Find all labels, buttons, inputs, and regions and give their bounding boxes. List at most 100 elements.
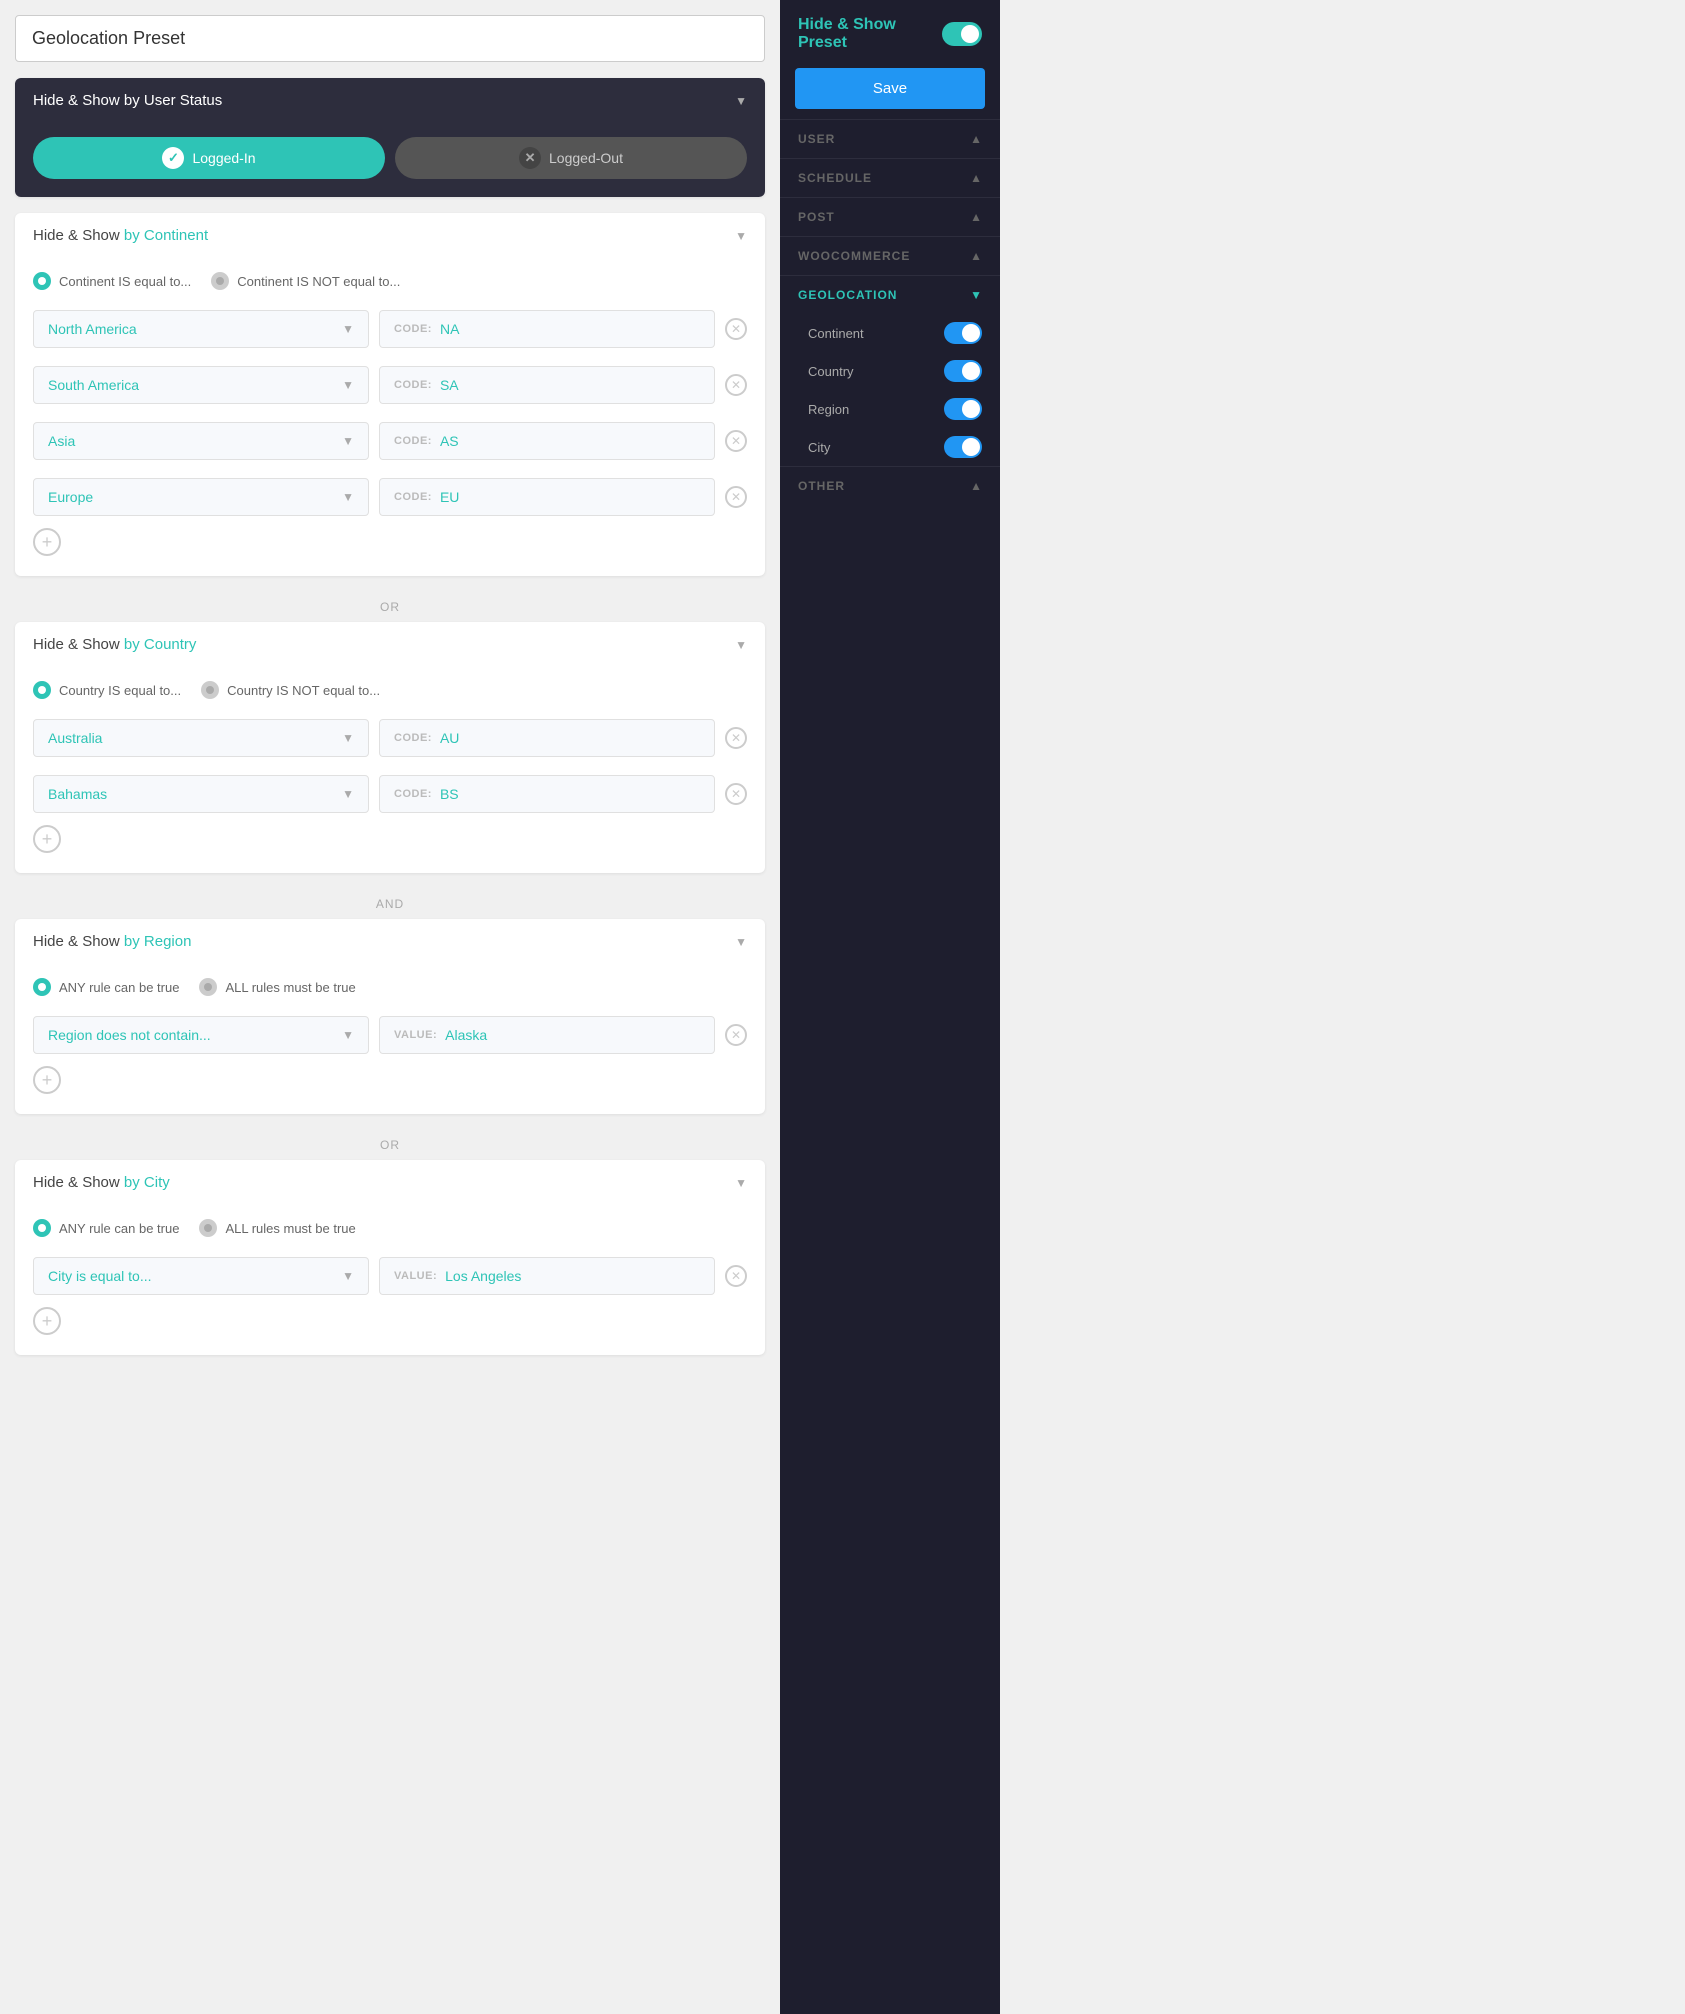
city-radio-all[interactable]: ALL rules must be true	[199, 1219, 355, 1237]
region-title: Hide & Show by Region	[33, 933, 191, 950]
region-radio-row: ANY rule can be true ALL rules must be t…	[15, 964, 765, 1010]
continent-dropdown-2[interactable]: Asia ▼	[33, 422, 369, 460]
chevron-up-icon: ▲	[970, 479, 982, 493]
remove-country-0[interactable]: ✕	[725, 727, 747, 749]
logged-in-button[interactable]: ✓ Logged-In	[33, 137, 385, 179]
region-body: ANY rule can be true ALL rules must be t…	[15, 964, 765, 1114]
remove-city-0[interactable]: ✕	[725, 1265, 747, 1287]
remove-continent-1[interactable]: ✕	[725, 374, 747, 396]
continent-body: Continent IS equal to... Continent IS NO…	[15, 258, 765, 576]
sidebar-section-geolocation-header[interactable]: GEOLOCATION ▼	[780, 276, 1000, 314]
city-item-label: City	[808, 440, 830, 455]
continent-chevron[interactable]: ▼	[735, 229, 747, 243]
user-status-section: Hide & Show by User Status ▼ ✓ Logged-In…	[15, 78, 765, 197]
remove-continent-2[interactable]: ✕	[725, 430, 747, 452]
add-city-button[interactable]: +	[33, 1307, 61, 1335]
sidebar: Hide & Show Preset Save USER ▲ SCHEDULE …	[780, 0, 1000, 2014]
remove-country-1[interactable]: ✕	[725, 783, 747, 805]
preset-toggle[interactable]	[942, 22, 982, 46]
country-radio-not[interactable]: Country IS NOT equal to...	[201, 681, 380, 699]
logged-out-button[interactable]: ✕ Logged-Out	[395, 137, 747, 179]
add-region-button[interactable]: +	[33, 1066, 61, 1094]
city-radio-any[interactable]: ANY rule can be true	[33, 1219, 179, 1237]
city-chevron[interactable]: ▼	[735, 1176, 747, 1190]
region-item-label: Region	[808, 402, 849, 417]
sidebar-item-continent: Continent	[780, 314, 1000, 352]
dropdown-arrow-icon: ▼	[342, 787, 354, 801]
continent-dropdown-1[interactable]: South America ▼	[33, 366, 369, 404]
city-body: ANY rule can be true ALL rules must be t…	[15, 1205, 765, 1355]
check-icon: ✓	[162, 147, 184, 169]
radio-dot-inactive	[201, 681, 219, 699]
dropdown-arrow-icon: ▼	[342, 490, 354, 504]
sidebar-section-woocommerce-label: WOOCOMMERCE	[798, 249, 910, 263]
remove-continent-3[interactable]: ✕	[725, 486, 747, 508]
sidebar-section-post-header[interactable]: POST ▲	[780, 198, 1000, 236]
region-chevron[interactable]: ▼	[735, 935, 747, 949]
add-country-button[interactable]: +	[33, 825, 61, 853]
remove-region-0[interactable]: ✕	[725, 1024, 747, 1046]
dropdown-arrow-icon: ▼	[342, 1028, 354, 1042]
save-button[interactable]: Save	[795, 68, 985, 109]
radio-dot-active	[33, 272, 51, 290]
sidebar-item-country: Country	[780, 352, 1000, 390]
radio-dot-active	[33, 1219, 51, 1237]
city-header: Hide & Show by City ▼	[15, 1160, 765, 1205]
country-item-label: Country	[808, 364, 854, 379]
region-toggle[interactable]	[944, 398, 982, 420]
sidebar-section-schedule-label: SCHEDULE	[798, 171, 872, 185]
region-radio-all[interactable]: ALL rules must be true	[199, 978, 355, 996]
continent-radio-row: Continent IS equal to... Continent IS NO…	[15, 258, 765, 304]
sidebar-item-region: Region	[780, 390, 1000, 428]
sidebar-section-user-header[interactable]: USER ▲	[780, 120, 1000, 158]
country-toggle[interactable]	[944, 360, 982, 382]
sidebar-section-user: USER ▲	[780, 119, 1000, 158]
region-radio-any[interactable]: ANY rule can be true	[33, 978, 179, 996]
city-radio-row: ANY rule can be true ALL rules must be t…	[15, 1205, 765, 1251]
chevron-down-icon: ▼	[970, 288, 982, 302]
country-chevron[interactable]: ▼	[735, 638, 747, 652]
continent-row-1: South America ▼ CODE: SA ✕	[15, 360, 765, 410]
sidebar-section-schedule-header[interactable]: SCHEDULE ▲	[780, 159, 1000, 197]
sidebar-section-woocommerce-header[interactable]: WOOCOMMERCE ▲	[780, 237, 1000, 275]
continent-code-3: CODE: EU	[379, 478, 715, 516]
city-title: Hide & Show by City	[33, 1174, 170, 1191]
continent-radio-is[interactable]: Continent IS equal to...	[33, 272, 191, 290]
country-row-0: Australia ▼ CODE: AU ✕	[15, 713, 765, 763]
dropdown-arrow-icon: ▼	[342, 1269, 354, 1283]
continent-title: Hide & Show by Continent	[33, 227, 208, 244]
sidebar-section-other: OTHER ▲	[780, 466, 1000, 505]
country-title: Hide & Show by Country	[33, 636, 196, 653]
continent-code-0: CODE: NA	[379, 310, 715, 348]
continent-toggle[interactable]	[944, 322, 982, 344]
radio-dot-active	[33, 978, 51, 996]
country-dropdown-0[interactable]: Australia ▼	[33, 719, 369, 757]
country-radio-is[interactable]: Country IS equal to...	[33, 681, 181, 699]
city-toggle[interactable]	[944, 436, 982, 458]
city-section: Hide & Show by City ▼ ANY rule can be tr…	[15, 1160, 765, 1355]
user-status-chevron[interactable]: ▼	[735, 94, 747, 108]
remove-continent-0[interactable]: ✕	[725, 318, 747, 340]
region-divider: OR	[15, 1130, 765, 1160]
radio-dot-active	[33, 681, 51, 699]
continent-dropdown-0[interactable]: North America ▼	[33, 310, 369, 348]
sidebar-header: Hide & Show Preset	[780, 0, 1000, 68]
region-section: Hide & Show by Region ▼ ANY rule can be …	[15, 919, 765, 1114]
add-continent-button[interactable]: +	[33, 528, 61, 556]
sidebar-section-schedule: SCHEDULE ▲	[780, 158, 1000, 197]
dropdown-arrow-icon: ▼	[342, 731, 354, 745]
continent-row-2: Asia ▼ CODE: AS ✕	[15, 416, 765, 466]
user-status-title: Hide & Show by User Status	[33, 92, 222, 109]
continent-radio-not[interactable]: Continent IS NOT equal to...	[211, 272, 400, 290]
continent-dropdown-3[interactable]: Europe ▼	[33, 478, 369, 516]
continent-divider: OR	[15, 592, 765, 622]
city-dropdown-0[interactable]: City is equal to... ▼	[33, 1257, 369, 1295]
sidebar-section-other-header[interactable]: OTHER ▲	[780, 467, 1000, 505]
continent-section: Hide & Show by Continent ▼ Continent IS …	[15, 213, 765, 576]
continent-header: Hide & Show by Continent ▼	[15, 213, 765, 258]
preset-title-input[interactable]	[15, 15, 765, 62]
country-dropdown-1[interactable]: Bahamas ▼	[33, 775, 369, 813]
x-icon: ✕	[519, 147, 541, 169]
region-dropdown-0[interactable]: Region does not contain... ▼	[33, 1016, 369, 1054]
sidebar-section-user-label: USER	[798, 132, 835, 146]
